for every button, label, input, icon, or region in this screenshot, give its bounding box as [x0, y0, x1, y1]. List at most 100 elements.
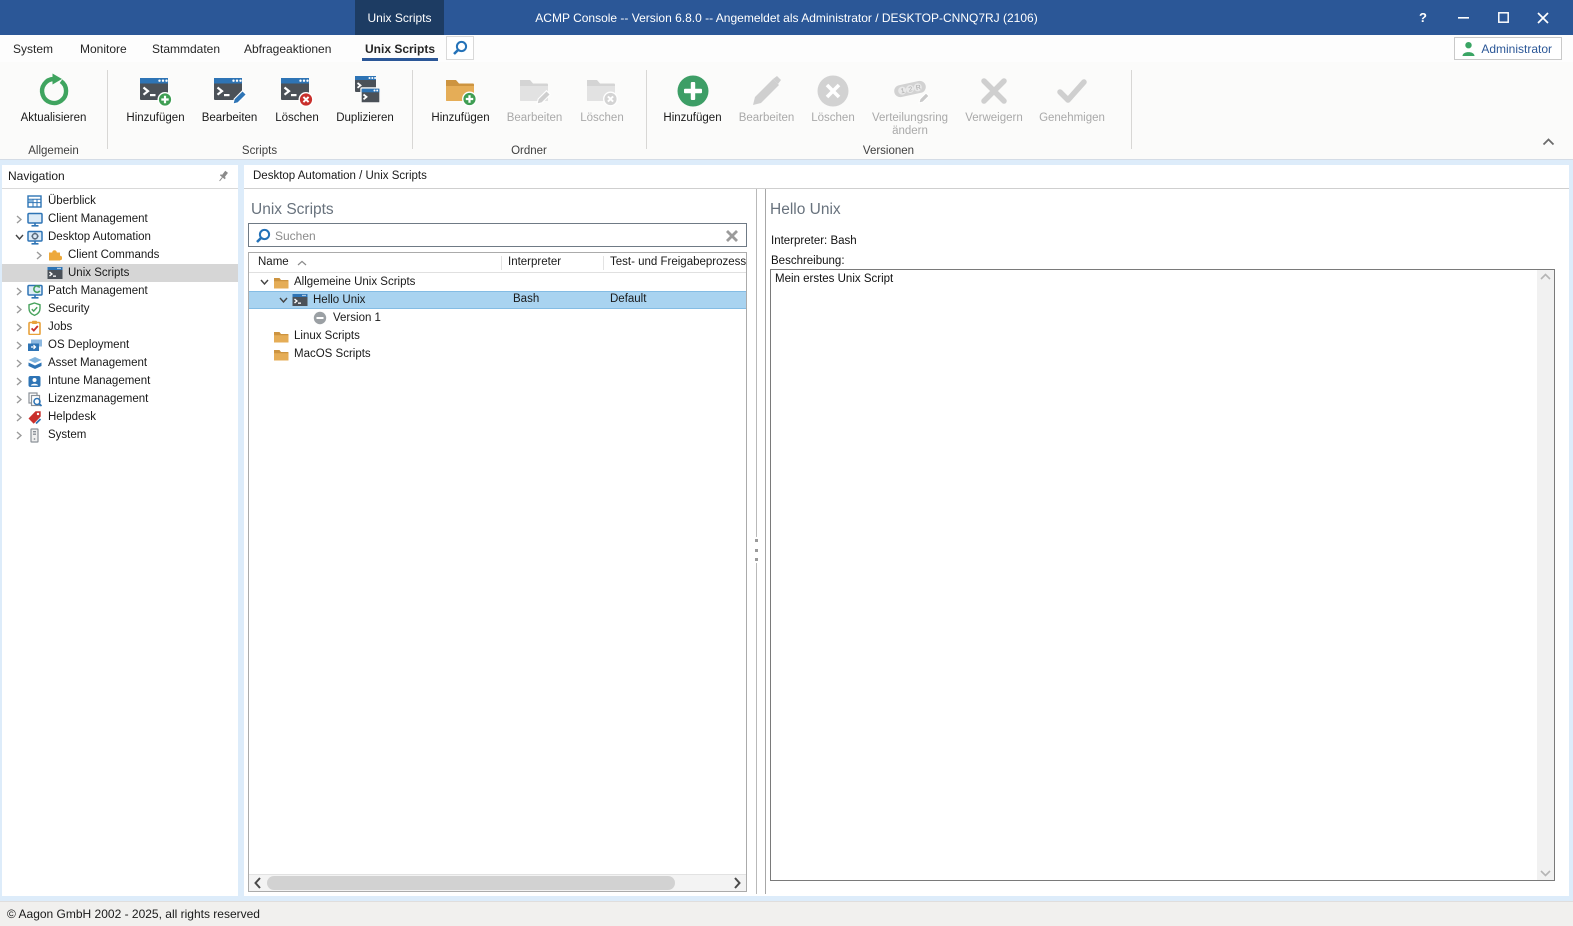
deny-button[interactable]: Verweigern — [958, 68, 1030, 138]
version-icon — [311, 311, 328, 326]
change-distribution-ring-button[interactable]: 12R Verteilungsring ändern — [862, 68, 958, 138]
nav-item-asset-management[interactable]: Asset Management — [2, 354, 238, 372]
refresh-icon — [36, 72, 72, 110]
expand-chevron-icon — [12, 413, 26, 422]
client-commands-icon — [46, 247, 63, 263]
menu-search-button[interactable] — [446, 36, 474, 60]
scroll-left-icon — [251, 876, 265, 890]
table-row-linux-scripts[interactable]: Linux Scripts — [249, 327, 746, 345]
user-badge[interactable]: Administrator — [1454, 37, 1562, 60]
asset-management-icon — [26, 355, 43, 371]
patch-management-icon — [26, 283, 43, 299]
table-row-macos-scripts[interactable]: MacOS Scripts — [249, 345, 746, 363]
navigation-title: Navigation — [8, 169, 65, 183]
nav-item-intune-management[interactable]: Intune Management — [2, 372, 238, 390]
nav-item-os-deployment[interactable]: OS Deployment — [2, 336, 238, 354]
vertical-scrollbar[interactable] — [1537, 270, 1554, 880]
nav-item-unix-scripts[interactable]: Unix Scripts — [2, 264, 238, 282]
maximize-icon — [1498, 12, 1509, 23]
description-text: Mein erstes Unix Script — [775, 273, 893, 285]
expand-chevron-icon — [12, 305, 26, 314]
expand-chevron-icon — [12, 431, 26, 440]
script-delete-button[interactable]: Löschen — [267, 68, 327, 125]
detail-panel-title: Hello Unix — [770, 201, 841, 219]
expand-chevron-icon — [32, 251, 46, 260]
nav-item-desktop-automation[interactable]: Desktop Automation — [2, 228, 238, 246]
expand-chevron-icon — [12, 215, 26, 224]
table-row-hello-unix[interactable]: Hello Unix Bash Default — [249, 291, 746, 309]
folder-add-icon — [444, 72, 478, 110]
script-duplicate-icon — [348, 72, 382, 110]
column-header-interpreter[interactable]: Interpreter — [501, 256, 561, 270]
refresh-button[interactable]: Aktualisieren — [21, 68, 87, 125]
column-header-process[interactable]: Test- und Freigabeprozess — [603, 256, 746, 270]
maximize-button[interactable] — [1483, 0, 1523, 35]
ribbon-separator — [1131, 70, 1132, 149]
nav-item-ueberblick[interactable]: Überblick — [2, 192, 238, 210]
helpdesk-icon — [26, 409, 43, 425]
unix-script-icon — [291, 293, 308, 308]
nav-item-jobs[interactable]: Jobs — [2, 318, 238, 336]
user-icon — [1461, 41, 1476, 56]
scroll-right-icon — [730, 876, 744, 890]
nav-item-client-management[interactable]: Client Management — [2, 210, 238, 228]
interpreter-label: Interpreter: Bash — [771, 235, 857, 247]
approve-button[interactable]: Genehmigen — [1030, 68, 1114, 138]
close-button[interactable] — [1523, 0, 1563, 35]
nav-item-security[interactable]: Security — [2, 300, 238, 318]
clear-search-icon[interactable] — [725, 229, 739, 243]
script-edit-icon — [213, 72, 247, 110]
titlebar-active-tab[interactable]: Unix Scripts — [355, 0, 444, 35]
nav-item-patch-management[interactable]: Patch Management — [2, 282, 238, 300]
nav-item-client-commands[interactable]: Client Commands — [2, 246, 238, 264]
table-row-allgemeine-unix-scripts[interactable]: Allgemeine Unix Scripts — [249, 273, 746, 291]
folder-add-button[interactable]: Hinzufügen — [424, 68, 497, 125]
navigation-panel: Navigation Überblick Client Management — [2, 165, 238, 896]
script-duplicate-button[interactable]: Duplizieren — [327, 68, 403, 125]
script-edit-button[interactable]: Bearbeiten — [192, 68, 267, 125]
intune-management-icon — [26, 373, 43, 389]
folder-edit-icon — [518, 72, 552, 110]
expand-chevron-icon — [12, 359, 26, 368]
os-deployment-icon — [26, 337, 43, 353]
version-edit-button[interactable]: Bearbeiten — [729, 68, 804, 138]
horizontal-scrollbar[interactable] — [249, 874, 746, 891]
nav-item-helpdesk[interactable]: Helpdesk — [2, 408, 238, 426]
menu-system[interactable]: System — [0, 35, 66, 62]
deny-icon — [979, 72, 1009, 110]
nav-item-system[interactable]: System — [2, 426, 238, 444]
menu-abfrageaktionen[interactable]: Abfrageaktionen — [231, 35, 344, 62]
window-controls: ? — [1403, 0, 1563, 35]
license-management-icon — [26, 391, 43, 407]
folder-edit-button[interactable]: Bearbeiten — [497, 68, 572, 125]
splitter-grip[interactable] — [753, 537, 760, 563]
column-header-name[interactable]: Name — [258, 256, 289, 268]
minimize-button[interactable] — [1443, 0, 1483, 35]
menu-unix-scripts[interactable]: Unix Scripts — [352, 35, 448, 62]
content-area: Navigation Überblick Client Management — [0, 160, 1573, 901]
ribbon-collapse-button[interactable] — [1542, 133, 1555, 151]
acmp-console-window: ACMP Console -- Version 6.8.0 -- Angemel… — [0, 0, 1573, 926]
x-circle-icon — [816, 72, 850, 110]
version-add-button[interactable]: Hinzufügen — [656, 68, 729, 138]
scroll-down-icon — [1540, 870, 1551, 877]
menu-stammdaten[interactable]: Stammdaten — [139, 35, 233, 62]
pin-icon[interactable] — [217, 170, 230, 183]
scrollbar-thumb[interactable] — [267, 876, 675, 890]
folder-delete-button[interactable]: Löschen — [572, 68, 632, 125]
table-row-version-1[interactable]: Version 1 — [249, 309, 746, 327]
expand-chevron-icon — [12, 341, 26, 350]
help-button[interactable]: ? — [1403, 0, 1443, 35]
script-add-button[interactable]: Hinzufügen — [119, 68, 192, 125]
version-delete-button[interactable]: Löschen — [804, 68, 862, 138]
ribbon-group-label: Ordner — [412, 145, 646, 157]
plus-circle-icon — [676, 72, 710, 110]
menu-monitore[interactable]: Monitore — [67, 35, 140, 62]
list-panel-title: Unix Scripts — [251, 201, 334, 219]
description-textarea[interactable]: Mein erstes Unix Script — [770, 269, 1555, 881]
jobs-icon — [26, 319, 43, 335]
table-header: Name Interpreter Test- und Freigabeproze… — [249, 253, 746, 273]
search-box[interactable]: Suchen — [248, 223, 747, 247]
pencil-icon — [750, 72, 784, 110]
nav-item-lizenzmanagement[interactable]: Lizenzmanagement — [2, 390, 238, 408]
